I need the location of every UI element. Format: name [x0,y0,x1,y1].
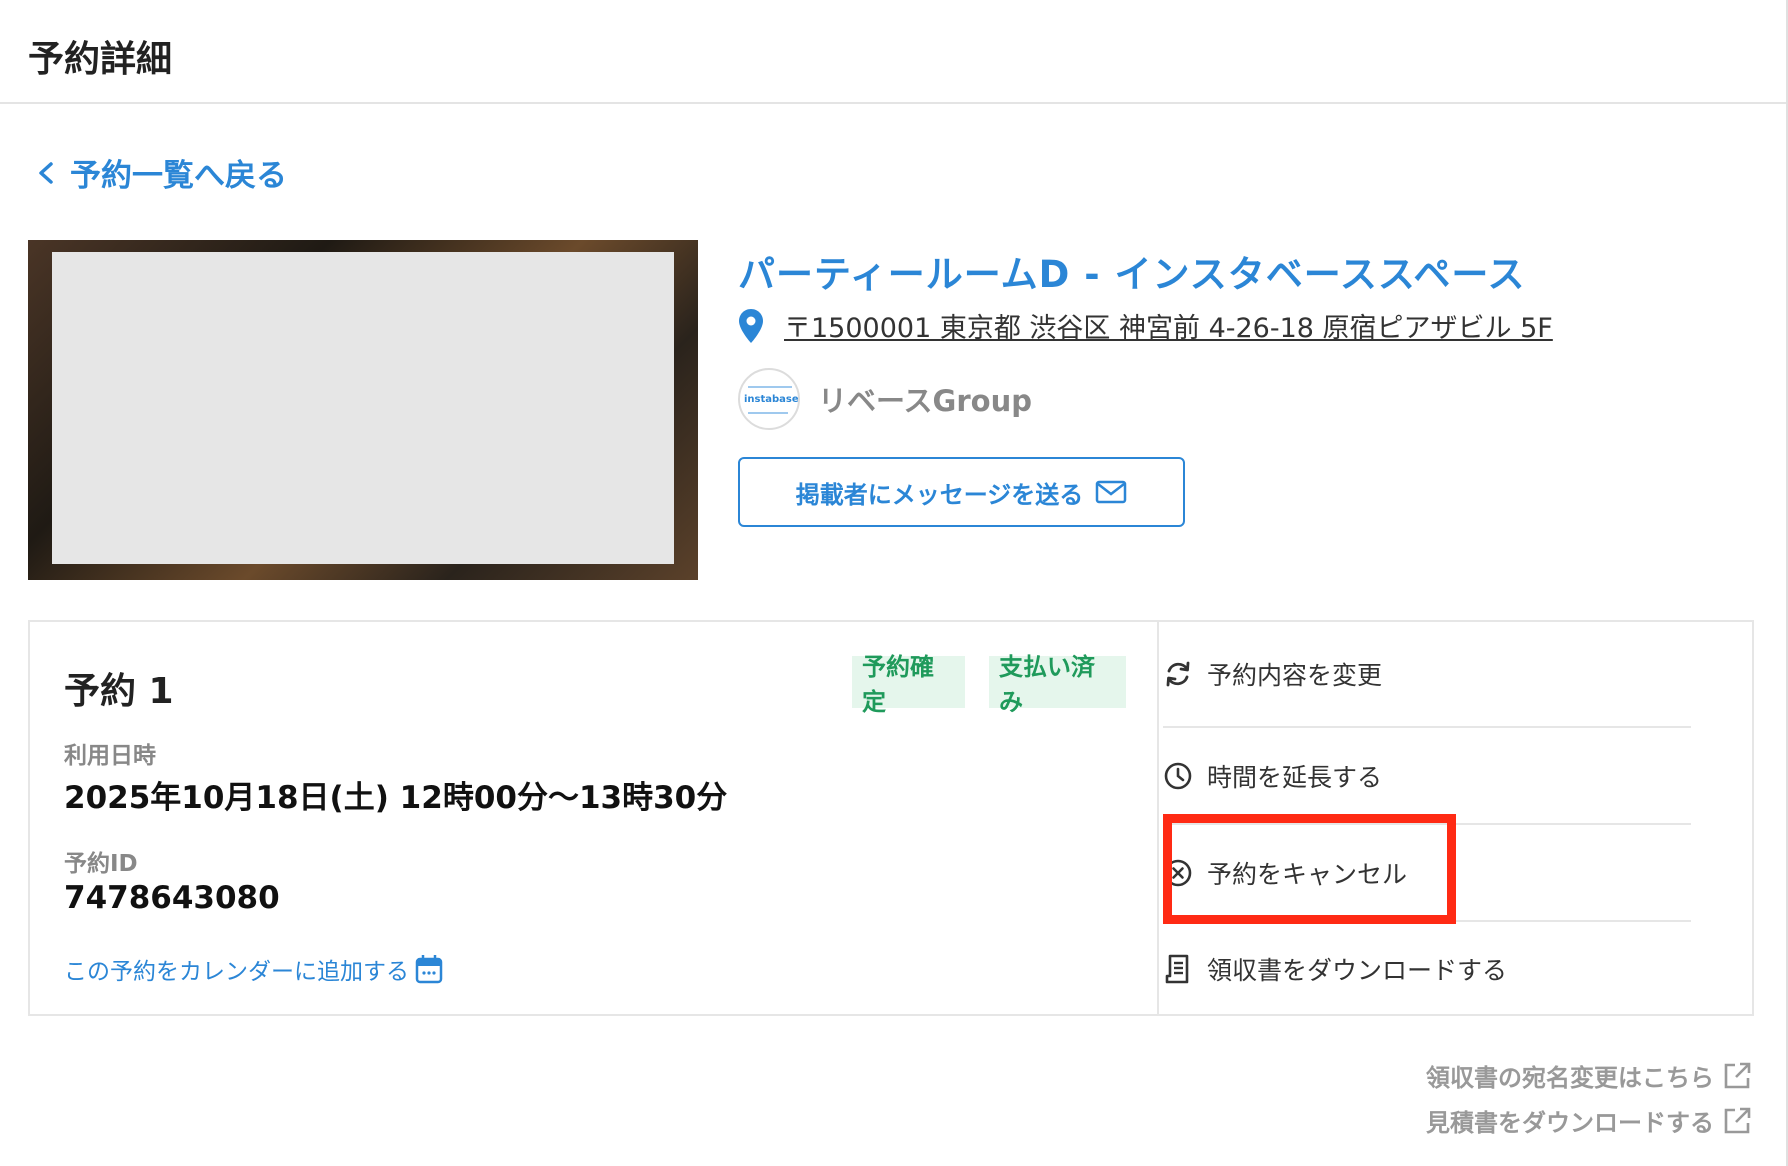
download-estimate-label: 見積書をダウンロードする [1426,1109,1714,1137]
page-header: 予約詳細 [0,0,1788,104]
space-name-link[interactable]: パーティールームD - インスタベーススペース [738,244,1525,298]
host-avatar[interactable]: instabase [738,368,800,430]
download-receipt-label: 領収書をダウンロードする [1207,956,1508,985]
address-row: 〒1500001 東京都 渋谷区 神宮前 4-26-18 原宿ピアザビル 5F [738,306,1553,345]
reservation-title: 予約 1 [64,671,174,712]
chevron-left-icon [39,161,53,184]
change-reservation-action[interactable]: 予約内容を変更 [1163,625,1691,723]
refresh-icon [1166,661,1190,687]
clock-icon [1164,762,1192,790]
receipt-icon [1165,954,1189,984]
calendar-icon [415,955,443,984]
receipt-addressee-change-link[interactable]: 領収書の宛名変更はこちら [1426,1058,1752,1093]
cancel-highlight-box [1163,814,1456,924]
host-logo-text: instabase [744,394,799,405]
extend-time-label: 時間を延長する [1207,763,1383,792]
back-to-reservations-link[interactable]: 予約一覧へ戻る [36,150,287,195]
logo-decoration [748,412,788,414]
download-receipt-action[interactable]: 領収書をダウンロードする [1163,920,1691,1018]
host-info: instabase リベースGroup [738,368,1032,430]
host-name[interactable]: リベースGroup [818,378,1032,420]
usage-datetime-label: 利用日時 [64,743,156,769]
address-link[interactable]: 〒1500001 東京都 渋谷区 神宮前 4-26-18 原宿ピアザビル 5F [784,306,1553,345]
space-photo[interactable] [28,240,698,580]
reservation-details: 予約 1 予約確定 支払い済み 利用日時 2025年10月18日(土) 12時0… [30,622,1159,1014]
change-reservation-label: 予約内容を変更 [1207,661,1383,690]
status-badge-confirmed: 予約確定 [852,653,965,716]
calendar-link-label: この予約をカレンダーに追加する [64,959,409,985]
location-pin-icon [739,308,763,343]
receipt-addressee-label: 領収書の宛名変更はこちら [1426,1064,1714,1092]
logo-decoration [748,386,792,388]
add-to-calendar-link[interactable]: この予約をカレンダーに追加する [64,952,443,986]
photo-redaction-mask [52,252,674,564]
external-link-icon [1724,1062,1751,1088]
page-title: 予約詳細 [28,39,173,80]
reservation-id-label: 予約ID [64,851,138,877]
usage-datetime-value: 2025年10月18日(土) 12時00分〜13時30分 [64,780,728,816]
message-host-button[interactable]: 掲載者にメッセージを送る [738,457,1185,527]
external-link-icon [1724,1107,1751,1133]
envelope-icon [1096,480,1127,504]
back-link-label: 予約一覧へ戻る [70,158,287,194]
download-estimate-link[interactable]: 見積書をダウンロードする [1426,1103,1752,1138]
status-badge-paid: 支払い済み [989,653,1126,716]
extend-time-action[interactable]: 時間を延長する [1163,727,1691,825]
message-button-label: 掲載者にメッセージを送る [795,481,1084,509]
reservation-id-value: 7478643080 [64,880,280,916]
